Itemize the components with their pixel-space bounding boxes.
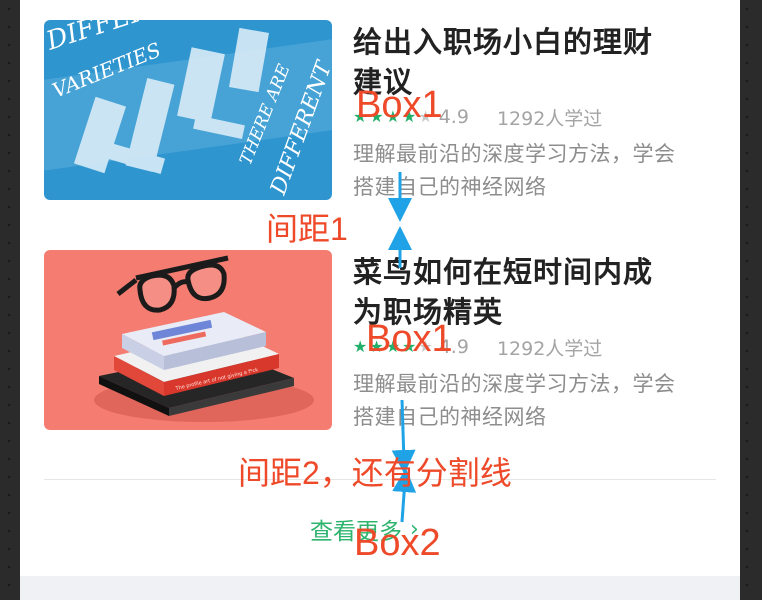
annotation-box1: Box1 [366, 318, 453, 360]
annotation-gap1: 间距1 [266, 211, 348, 247]
annotation-box1: Box1 [356, 84, 443, 126]
annotation-box2: Box2 [354, 522, 441, 564]
annotation-gap2: 间距2，还有分割线 [238, 455, 512, 491]
